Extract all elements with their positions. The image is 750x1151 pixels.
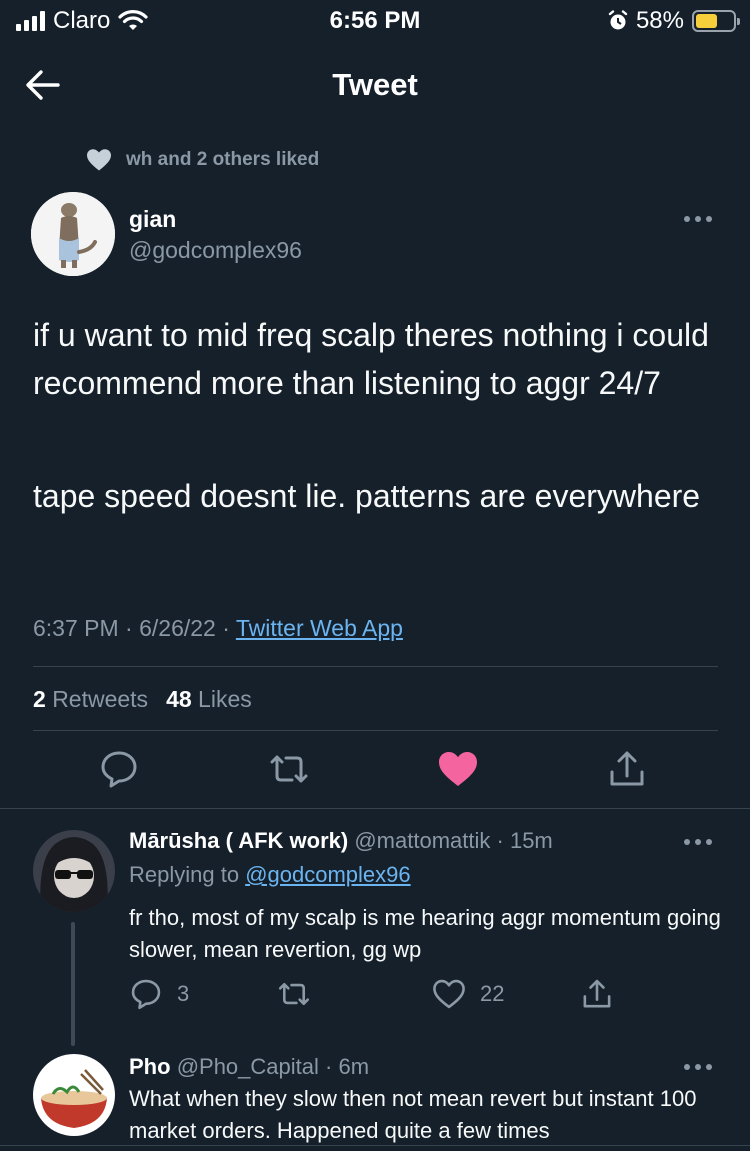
share-button[interactable] — [606, 748, 648, 790]
replying-to-label: Replying to — [129, 862, 240, 887]
top-navigation: Tweet — [0, 58, 750, 114]
divider — [33, 666, 718, 667]
reply-avatar[interactable] — [33, 1054, 115, 1136]
tweet-text-paragraph-2: tape speed doesnt lie. patterns are ever… — [33, 478, 701, 514]
reply-header: Mārūsha ( AFK work) @mattomattik · 15m — [129, 828, 553, 853]
share-button[interactable] — [580, 977, 614, 1011]
heart-icon — [87, 149, 111, 171]
reply-icon — [131, 979, 161, 1010]
retweet-icon — [270, 755, 308, 783]
reply-text: What when they slow then not mean revert… — [129, 1086, 697, 1143]
tweet-stats: 2 Retweets 48 Likes — [33, 686, 252, 713]
divider — [0, 1145, 750, 1146]
divider — [0, 808, 750, 809]
like-label: Likes — [198, 686, 252, 712]
retweet-icon — [278, 982, 310, 1006]
reply-author-name[interactable]: Mārūsha ( AFK work) — [129, 828, 348, 853]
reply-button[interactable]: 3 — [129, 977, 189, 1011]
tweet-text-paragraph-1: if u want to mid freq scalp theres nothi… — [33, 317, 709, 401]
like-button[interactable] — [437, 748, 479, 790]
more-options-icon[interactable] — [680, 1060, 716, 1074]
author-avatar[interactable] — [31, 192, 115, 276]
retweets-stat[interactable]: 2 Retweets — [33, 686, 148, 713]
battery-icon — [692, 10, 740, 32]
author-handle[interactable]: @godcomplex96 — [129, 237, 302, 264]
divider — [33, 730, 718, 731]
reply-author-name[interactable]: Pho — [129, 1054, 171, 1079]
like-count: 22 — [480, 981, 505, 1006]
retweet-button[interactable] — [277, 977, 311, 1011]
more-options-icon[interactable] — [680, 835, 716, 849]
share-icon — [610, 751, 644, 786]
tweet-date: 6/26/22 — [139, 615, 216, 641]
reply-icon — [101, 751, 137, 788]
heart-outline-icon — [433, 979, 465, 1009]
likes-stat[interactable]: 48 Likes — [166, 686, 252, 713]
tweet-time: 6:37 PM — [33, 615, 119, 641]
like-count: 48 — [166, 686, 192, 712]
replying-to-handle[interactable]: @godcomplex96 — [245, 862, 410, 887]
battery-percent: 58% — [635, 7, 684, 34]
status-bar: Claro 6:56 PM 58% — [0, 0, 750, 42]
social-context[interactable]: wh and 2 others liked — [86, 148, 319, 172]
reply-author-handle[interactable]: @Pho_Capital — [177, 1054, 319, 1079]
battery-level — [696, 14, 717, 28]
tweet-source-link[interactable]: Twitter Web App — [236, 615, 403, 641]
more-options-icon[interactable] — [680, 212, 716, 226]
retweet-label: Retweets — [52, 686, 149, 712]
reply-age: 6m — [338, 1054, 370, 1079]
tweet-metadata: 6:37 PM · 6/26/22 · Twitter Web App — [33, 615, 403, 641]
reply-header: Pho @Pho_Capital · 6m — [129, 1054, 370, 1079]
thread-line — [71, 922, 75, 1046]
reply-text: fr tho, most of my scalp is me hearing a… — [129, 905, 721, 962]
reply-avatar[interactable] — [33, 830, 115, 912]
alarm-icon — [608, 10, 628, 30]
retweet-button[interactable] — [268, 748, 310, 790]
reply-age: 15m — [509, 828, 553, 853]
page-title: Tweet — [332, 67, 418, 102]
share-icon — [583, 979, 611, 1008]
social-context-label: wh and 2 others liked — [126, 149, 320, 170]
like-button[interactable]: 22 — [432, 977, 504, 1011]
heart-filled-icon — [439, 752, 477, 786]
status-right: 58% — [608, 7, 740, 35]
author-name[interactable]: gian — [129, 206, 176, 233]
replying-to: Replying to @godcomplex96 — [129, 862, 411, 888]
retweet-count: 2 — [33, 686, 46, 712]
reply-author-handle[interactable]: @mattomattik — [354, 828, 490, 853]
reply-count: 3 — [177, 981, 190, 1006]
reply-button[interactable] — [98, 748, 140, 790]
